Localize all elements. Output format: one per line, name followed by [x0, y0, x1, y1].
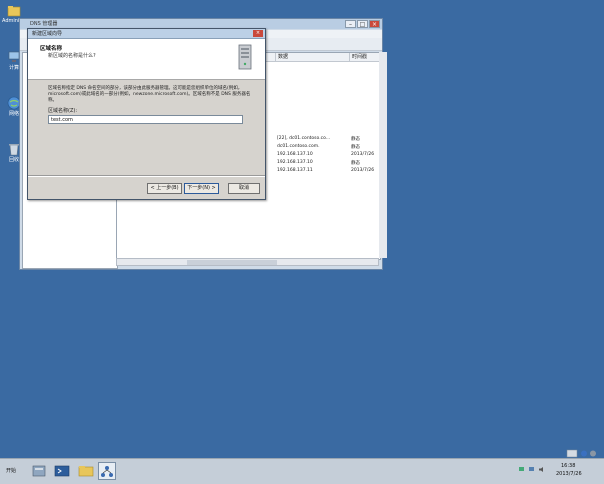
scrollbar-thumb[interactable]	[187, 260, 277, 265]
start-button[interactable]: 开始	[1, 463, 30, 479]
record-data: 192.168.137.11	[277, 168, 313, 173]
record-timestamp: 静态	[351, 161, 360, 166]
record-data: dc01.contoso.com.	[277, 144, 320, 149]
wizard-subheading: 新区域的名称是什么?	[48, 53, 96, 59]
start-label: 开始	[6, 468, 17, 474]
record-timestamp: 静态	[351, 145, 360, 150]
record-timestamp: 静态	[351, 137, 360, 142]
divider	[28, 175, 265, 177]
column-data[interactable]: 数据	[275, 53, 288, 61]
folder-icon	[78, 466, 94, 477]
folder-icon	[7, 4, 21, 18]
wizard-titlebar[interactable]: 新建区域向导 ×	[28, 29, 265, 39]
notification-buttons	[566, 449, 602, 458]
wizard-heading: 区域名称	[40, 46, 63, 52]
server-manager-icon	[32, 465, 46, 477]
desktop: Adminis... 计算 网络 回收 DNS 管理器 – □ × 名称	[0, 0, 604, 484]
taskbar-app-explorer[interactable]	[77, 462, 95, 480]
cancel-button[interactable]: 取消	[228, 183, 260, 194]
new-zone-wizard-dialog: 新建区域向导 × 区域名称 新区域的名称是什么? 区域名称指定 DNS 命名空间…	[27, 28, 266, 200]
taskbar-app-server-manager[interactable]	[30, 462, 48, 480]
wizard-header: 区域名称 新区域的名称是什么?	[28, 39, 265, 80]
record-data: [22], dc01.contoso.co...	[277, 136, 331, 141]
flag-icon[interactable]	[518, 466, 525, 473]
zone-name-input[interactable]: test.com	[48, 115, 243, 124]
vertical-scrollbar[interactable]	[379, 52, 387, 258]
clock-time[interactable]: 16:38	[561, 463, 575, 469]
record-data: 192.168.137.10	[277, 160, 313, 165]
record-data: 192.168.137.10	[277, 152, 313, 157]
wizard-description: 区域名称指定 DNS 命名空间的部分，该部分由此服务器管理。这可能是您组织单位的…	[48, 86, 251, 103]
minimize-button[interactable]: –	[345, 20, 356, 28]
server-icon	[237, 43, 253, 71]
network-tray-icon[interactable]	[528, 466, 535, 473]
column-timestamp[interactable]: 时间戳	[349, 53, 367, 61]
clock-date[interactable]: 2013/7/26	[556, 471, 582, 477]
taskbar-app-powershell[interactable]	[53, 462, 71, 480]
zone-name-label: 区域名称(Z):	[48, 108, 78, 114]
maximize-button[interactable]: □	[357, 20, 368, 28]
powershell-icon	[54, 465, 70, 477]
next-button[interactable]: 下一步(N) >	[184, 183, 219, 194]
record-timestamp: 2013/7/26	[351, 152, 375, 157]
record-timestamp: 2013/7/26	[351, 168, 375, 173]
horizontal-scrollbar[interactable]	[116, 258, 379, 266]
close-button[interactable]: ×	[253, 30, 263, 37]
wizard-title: 新建区域向导	[32, 31, 63, 37]
volume-icon[interactable]	[538, 466, 545, 473]
dns-icon	[101, 466, 113, 477]
taskbar: 开始 16:38 2013/7/26	[0, 458, 604, 484]
close-button[interactable]: ×	[369, 20, 380, 28]
dns-window-title: DNS 管理器	[30, 21, 58, 27]
back-button[interactable]: < 上一步(B)	[147, 183, 182, 194]
taskbar-app-dns-manager[interactable]	[98, 462, 116, 480]
